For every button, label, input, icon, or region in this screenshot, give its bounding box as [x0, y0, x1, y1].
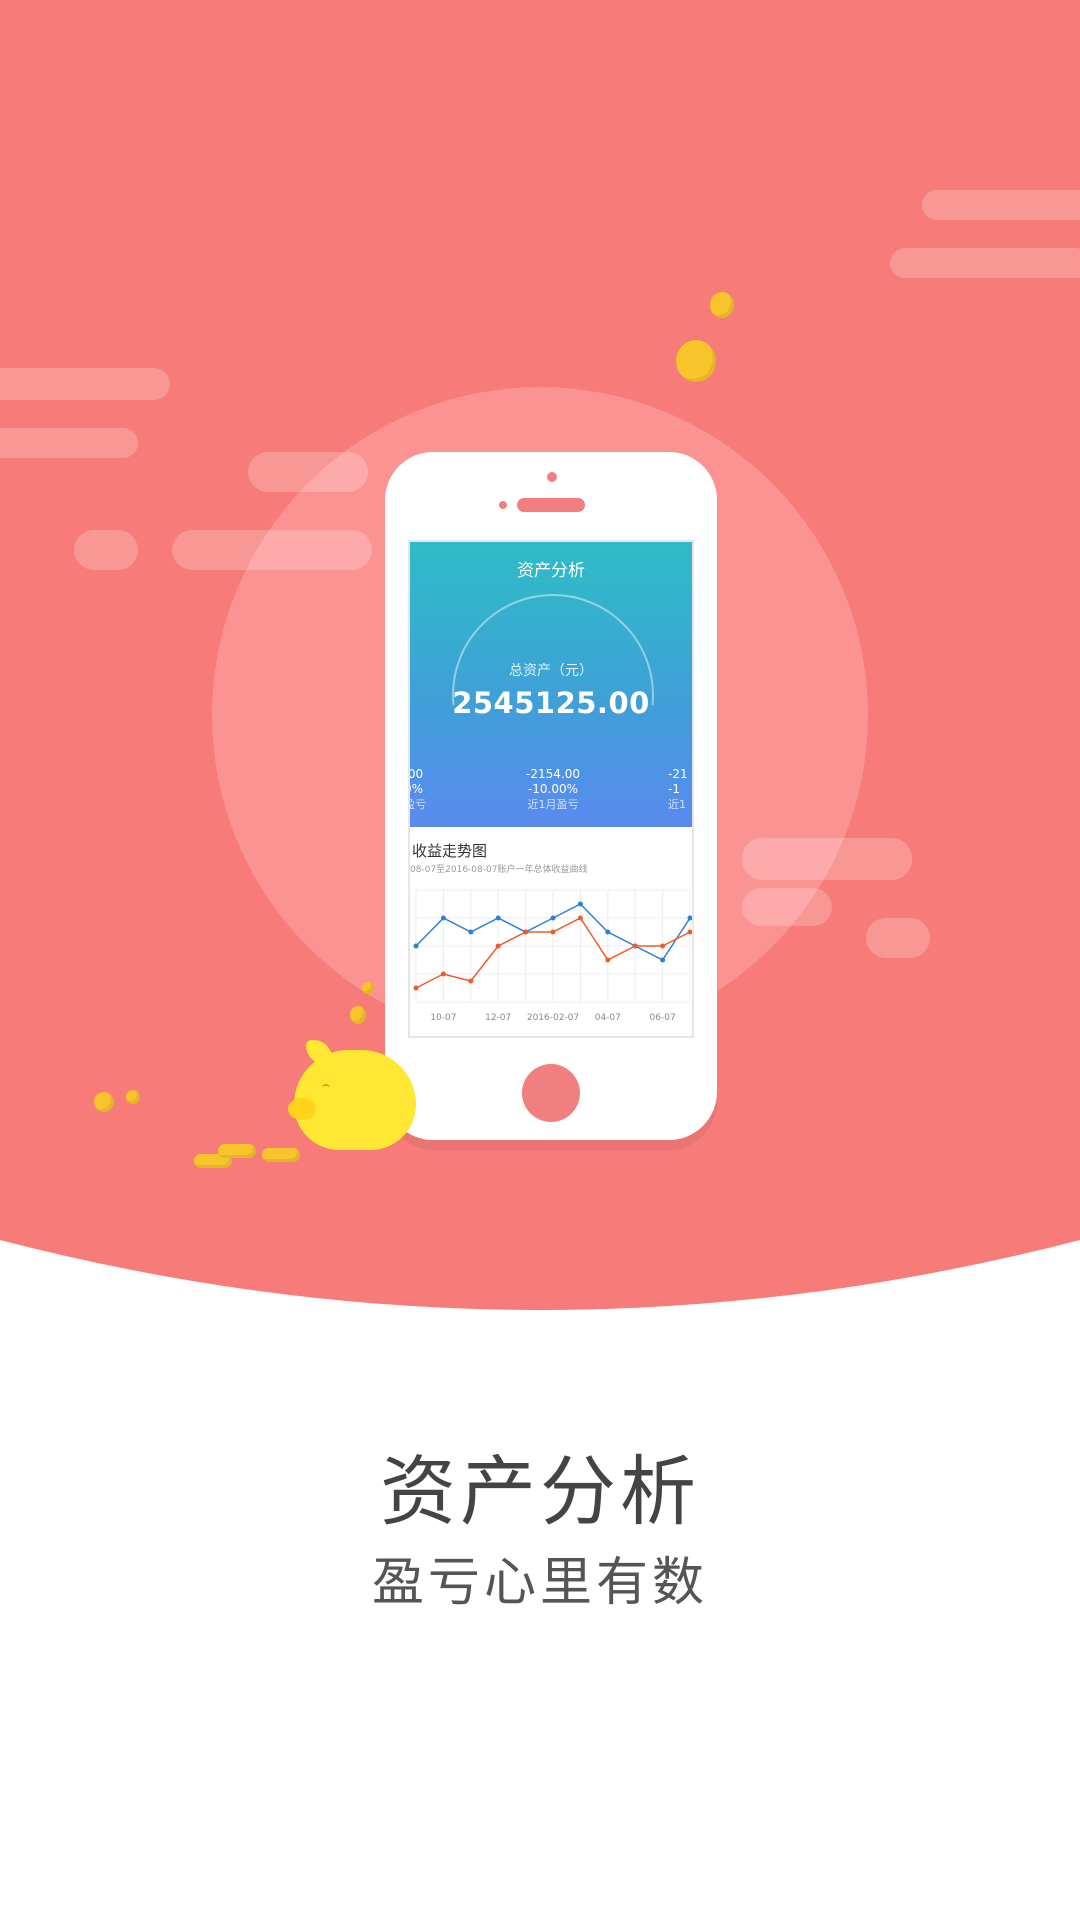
- coin-icon: [126, 1090, 140, 1104]
- chart-title: 收益走势图: [412, 842, 488, 860]
- cloud-blob-left: [74, 530, 138, 570]
- stat-percent: -1: [668, 782, 680, 796]
- stat-caption: 近1月盈亏: [527, 798, 579, 811]
- cloud-right-lower-2: [742, 888, 832, 926]
- stat-caption: 盈亏: [410, 798, 426, 811]
- chart-point: [687, 915, 692, 921]
- chart-point: [550, 915, 556, 921]
- coin-icon: [94, 1092, 114, 1112]
- chart-point: [440, 971, 446, 977]
- stat-value: .00: [408, 767, 424, 781]
- stat-value: -21: [668, 767, 688, 781]
- stat-right: -21 -1 近1: [668, 767, 692, 812]
- pig-ear: [306, 1040, 332, 1064]
- chart-point: [495, 943, 501, 949]
- screen-title: 资产分析: [517, 561, 585, 581]
- phone-camera: [547, 472, 557, 482]
- stat-left: .00 0% 盈亏: [408, 767, 444, 812]
- asset-summary-panel: 资产分析 总资产（元） 2545125.00 .00 0% 盈亏 -2154.0…: [410, 542, 692, 827]
- chart-x-tick-label: 10-07: [430, 1013, 456, 1023]
- cloud-left-top: [0, 368, 170, 400]
- stat-percent: -10.00%: [527, 782, 579, 796]
- chart-point: [687, 929, 692, 935]
- cloud-center-left: [248, 452, 368, 492]
- chart-point: [605, 929, 611, 935]
- chart-point: [468, 929, 474, 935]
- pig-snout: [288, 1098, 316, 1120]
- total-asset-value: 2545125.00: [452, 686, 650, 720]
- chart-point: [523, 929, 529, 935]
- phone-speaker: [517, 498, 585, 512]
- coin-stack-icon: [218, 1144, 256, 1158]
- coin-icon: [676, 340, 716, 382]
- total-asset-label: 总资产（元）: [509, 663, 593, 679]
- hero-illustration: 资产分析 总资产（元） 2545125.00 .00 0% 盈亏 -2154.0…: [0, 0, 1080, 1920]
- chart-x-tick-label: 12-07: [485, 1013, 511, 1023]
- chart-point: [550, 929, 556, 935]
- stat-percent: 0%: [410, 782, 424, 796]
- coin-icon: [710, 292, 734, 318]
- cloud-right-lower: [742, 838, 912, 880]
- phone-sensor: [499, 501, 507, 509]
- cloud-blob-right: [866, 918, 930, 958]
- chart-point: [577, 901, 583, 907]
- chart-point: [495, 915, 501, 921]
- cloud-right-mid: [890, 248, 1080, 278]
- pig-eye: [322, 1084, 330, 1091]
- chart-point: [577, 915, 583, 921]
- cloud-center-left-2: [172, 530, 372, 570]
- chart-point: [632, 943, 638, 949]
- pig-body: [294, 1050, 416, 1150]
- coin-icon: [350, 1006, 366, 1024]
- chart-x-tick-label: 04-07: [595, 1013, 621, 1023]
- stat-caption: 近1: [668, 798, 686, 811]
- chart-point: [413, 985, 419, 991]
- feature-subline: 盈亏心里有数: [371, 1553, 708, 1613]
- chart-point: [468, 978, 474, 984]
- home-button: [522, 1064, 580, 1122]
- chart-subtitle: 08-07至2016-08-07账户一年总体收益曲线: [410, 865, 588, 875]
- income-trend-chart: 10-07 12-07 2016-02-07 04-07 06-07: [413, 889, 692, 1023]
- stat-center: -2154.00 -10.00% 近1月盈亏: [503, 767, 603, 812]
- cloud-left-mid: [0, 428, 138, 458]
- cloud-right-top: [922, 190, 1080, 220]
- chart-point: [440, 915, 446, 921]
- chart-x-tick-label: 2016-02-07: [527, 1013, 579, 1023]
- piggy-bank-icon: [288, 1040, 420, 1154]
- chart-point: [413, 943, 419, 949]
- stat-value: -2154.00: [526, 767, 580, 781]
- phone-screen: 资产分析 总资产（元） 2545125.00 .00 0% 盈亏 -2154.0…: [408, 540, 694, 1038]
- chart-x-tick-label: 06-07: [650, 1013, 676, 1023]
- chart-point: [660, 957, 666, 963]
- chart-point: [605, 957, 611, 963]
- chart-point: [660, 943, 666, 949]
- coin-icon: [362, 982, 374, 994]
- phone-mockup: 资产分析 总资产（元） 2545125.00 .00 0% 盈亏 -2154.0…: [385, 452, 717, 1140]
- feature-headline: 资产分析: [380, 1447, 700, 1536]
